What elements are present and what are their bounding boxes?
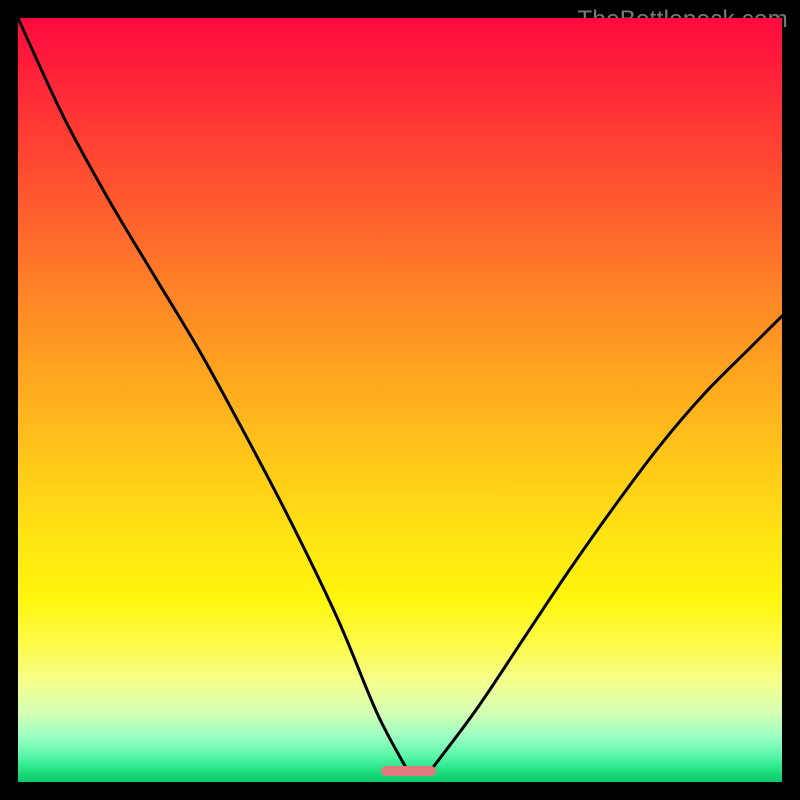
right-curve xyxy=(431,316,782,771)
curves-svg xyxy=(18,18,782,782)
left-curve xyxy=(18,18,408,771)
minimum-marker xyxy=(381,766,436,776)
chart-frame: TheBottleneck.com xyxy=(0,0,800,800)
plot-area xyxy=(18,18,782,782)
